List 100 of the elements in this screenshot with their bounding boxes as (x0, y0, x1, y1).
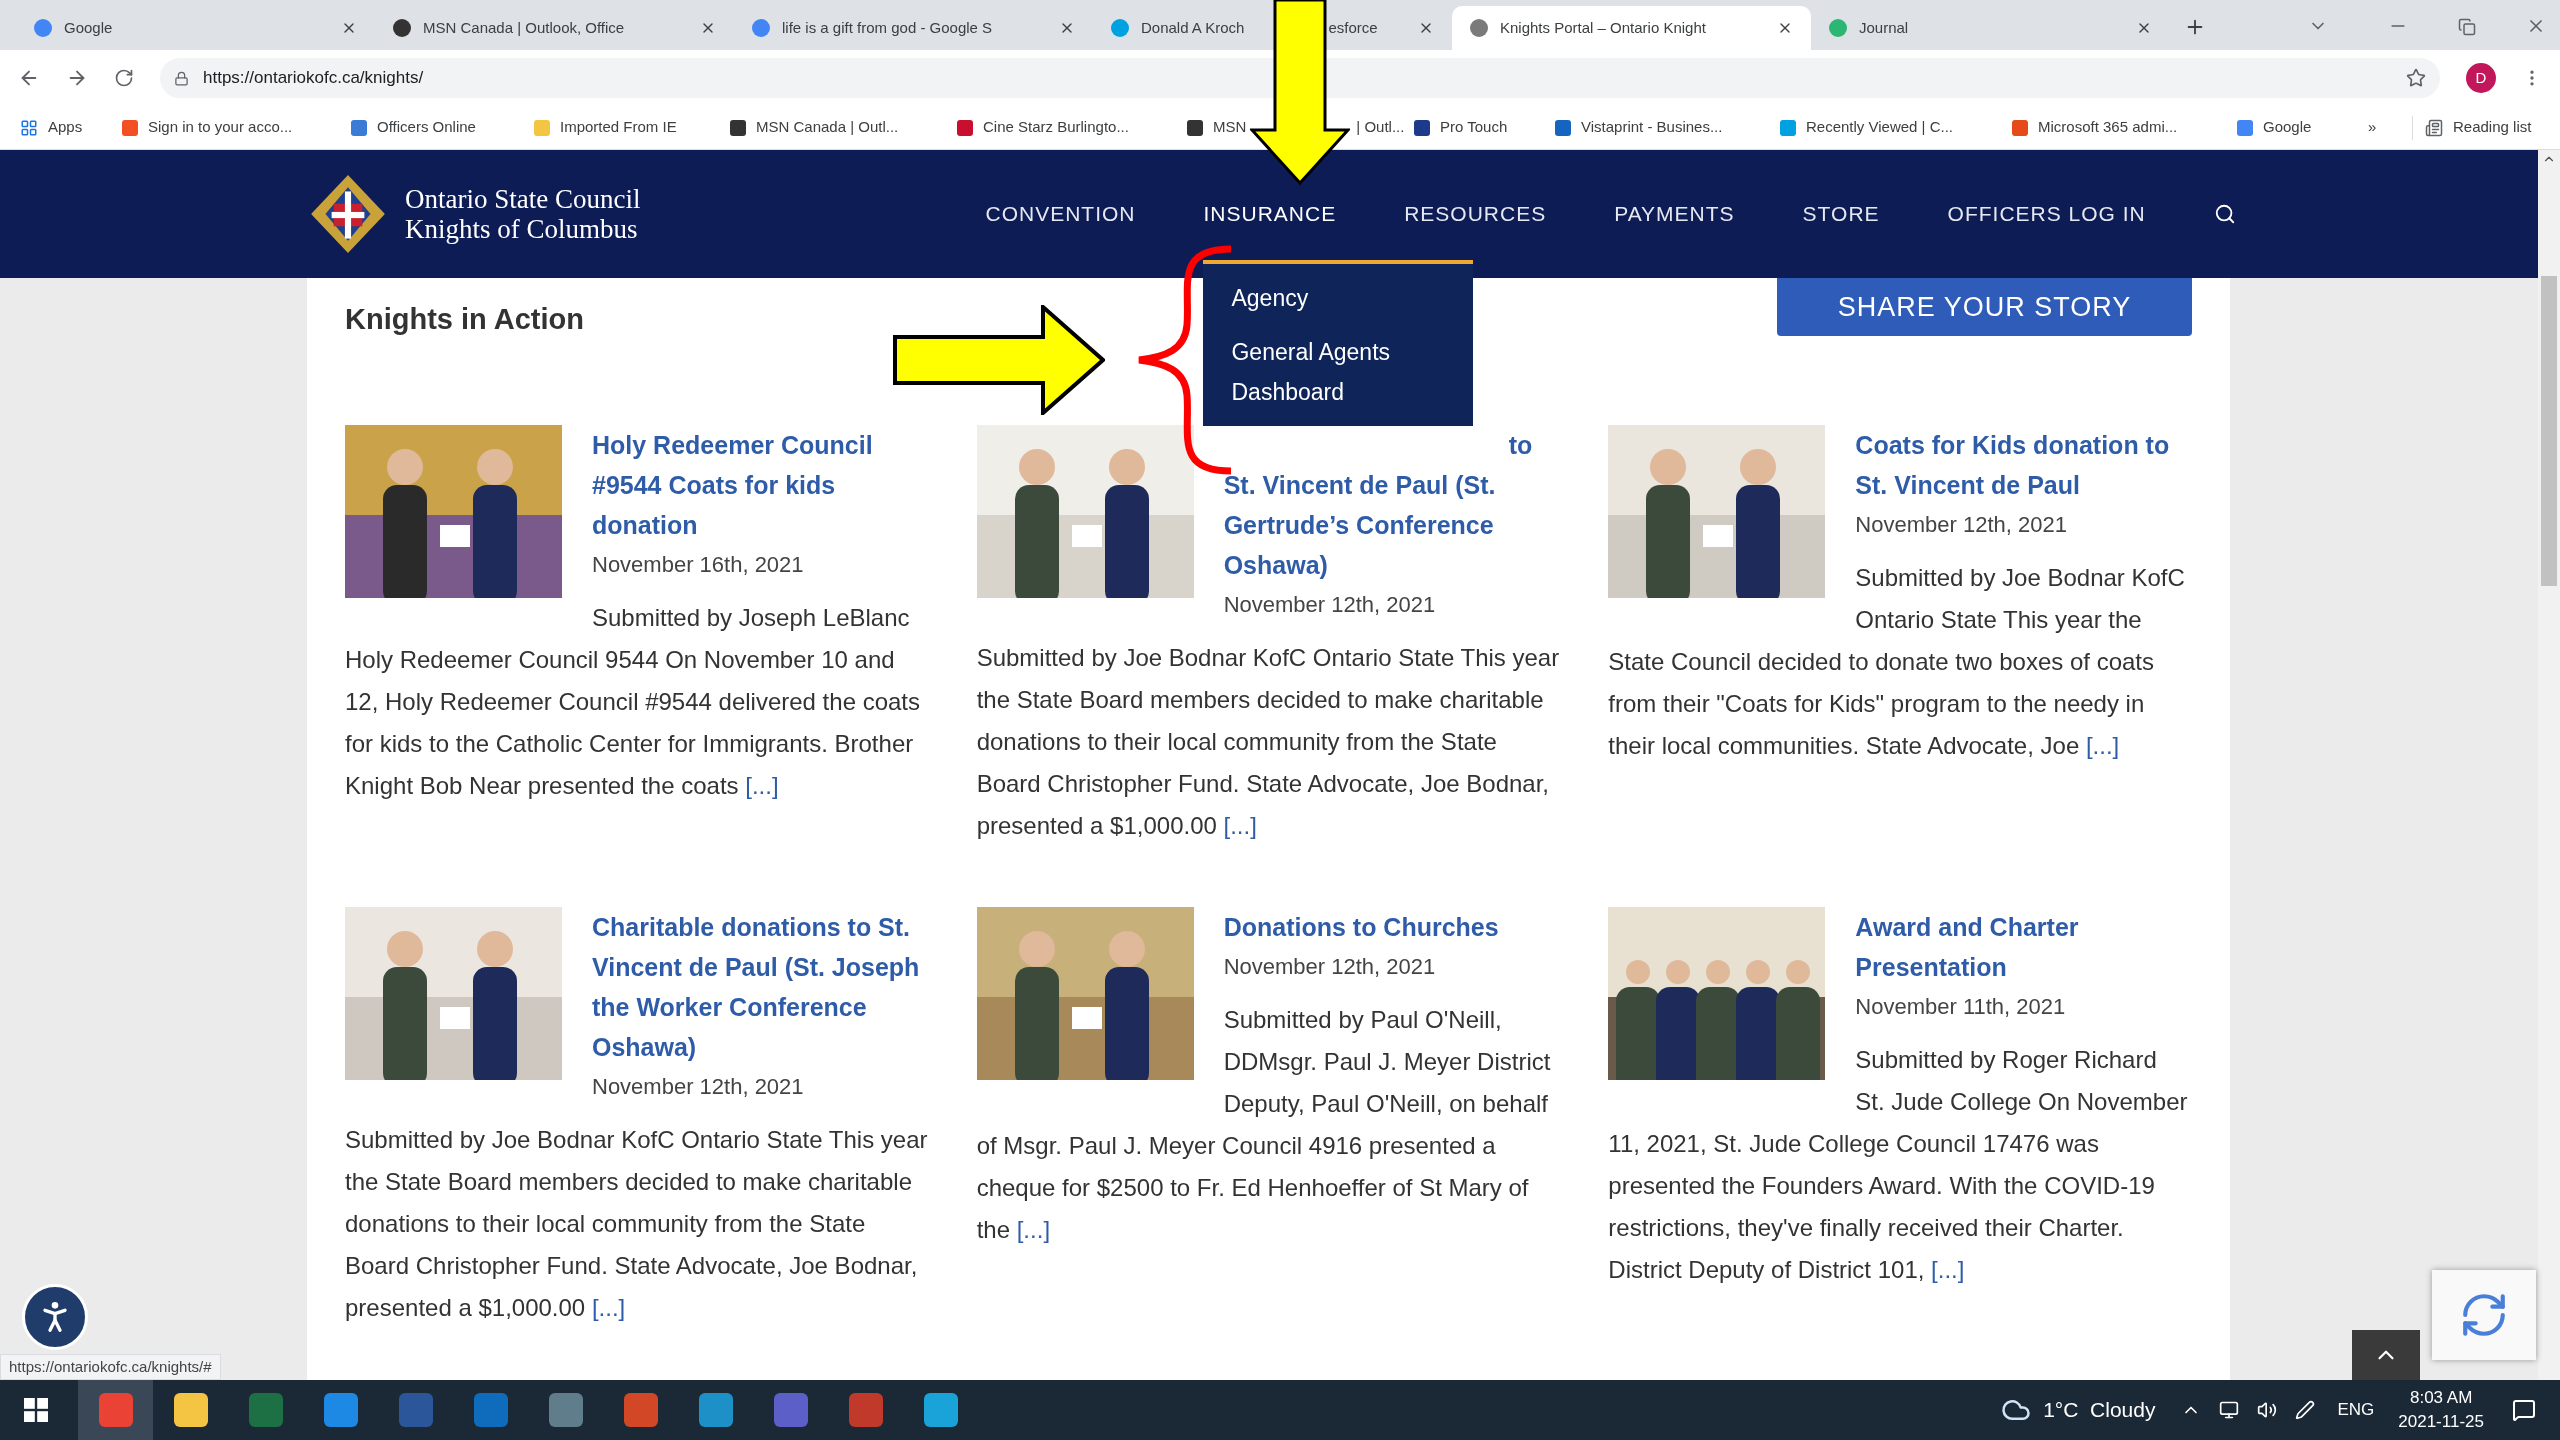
post-excerpt: Submitted by Joe Bodnar KofC Ontario State This year the State Board members decided to make charitable donations to their local community from the State Board Christopher Fund. State Advocate, Joe Bodnar, presented a $1,000.00 [...] (345, 1125, 929, 1323)
share-story-button[interactable]: SHARE YOUR STORY (1777, 278, 2192, 336)
tab-title: life is a gift from god - Google S (782, 17, 993, 38)
bookmark-link[interactable]: MSN (1213, 116, 1247, 139)
read-more-link[interactable]: [...] (1931, 1256, 1965, 1283)
app-icon[interactable] (698, 1393, 733, 1427)
captcha-badge[interactable] (2432, 1270, 2536, 1360)
tab-title: Journal (1859, 17, 1909, 38)
site-icon (2237, 119, 2253, 136)
volume-icon[interactable] (2257, 1400, 2278, 1420)
post-title[interactable]: Coats for Kids donation to St. Vincent de Paul (1608, 425, 2192, 505)
post-title[interactable]: Award and Charter Presentation (1608, 907, 2192, 987)
tab-title: Google (64, 17, 113, 38)
brand-name[interactable]: Knights of Columbus (405, 214, 641, 244)
bookmark-star-icon[interactable] (2406, 68, 2426, 88)
bookmark-link[interactable]: Sign in to your acco... (148, 116, 293, 139)
app-icon[interactable] (923, 1393, 958, 1427)
site-icon (730, 119, 746, 136)
post-excerpt: Submitted by Joe Bodnar KofC Ontario State This year the State Council decided to donate two boxes of coats from their "Coats for Kids" program to the needy in their local communities. State Advocate, Joe [...] (1608, 563, 2186, 761)
bookmark-link[interactable]: Imported From IE (560, 116, 677, 139)
weather-text[interactable]: 1°C Cloudy (2043, 1394, 2156, 1426)
bookmark-link[interactable]: Officers Online (377, 116, 476, 139)
read-more-link[interactable]: [...] (745, 772, 779, 799)
post-date: November 12th, 2021 (1222, 953, 1437, 981)
lock-icon (174, 70, 189, 86)
post-excerpt: Submitted by Joe Bodnar KofC Ontario State This year the State Board members decided to make charitable donations to their local community from the State Board Christopher Fund. State Advocate, Joe Bodnar, presented a $1,000.00 [...] (976, 643, 1561, 841)
read-more-link[interactable]: [...] (1016, 1216, 1051, 1243)
restore-icon[interactable] (2458, 18, 2476, 36)
more-bookmarks[interactable]: » (2368, 116, 2412, 139)
app-icon[interactable] (323, 1393, 358, 1427)
nav-link[interactable]: STORE (1802, 202, 1880, 226)
app-icon[interactable] (173, 1393, 208, 1427)
tab-title: esforce (1328, 17, 1378, 38)
reading-list-icon[interactable] (2425, 118, 2443, 137)
apps-icon (20, 118, 38, 137)
bookmark-link[interactable]: Apps (48, 116, 83, 139)
post-excerpt: Submitted by Roger Richard St. Jude College On November 11, 2021, St. Jude College Council 17476 was presented the Founders Award. With the COVID-19 restrictions, they've finally received their Charter. District Deputy of District 101, [...] (1608, 1045, 2189, 1285)
post-excerpt: Submitted by Joseph LeBlanc Holy Redeemer Council 9544 On November 10 and 12, Holy Redeemer Council #9544 delivered the coats for kids to the Catholic Center for Immigrants. Brother Knight Bob Near presented the coats [...] (345, 603, 921, 801)
bookmark-link[interactable]: Pro Touch (1440, 116, 1508, 139)
bookmark-link[interactable]: Cine Starz Burlingto... (983, 116, 1129, 139)
post-title[interactable]: Charitable donations to St. Vincent de Paul (St. Joseph the Worker Conference Oshawa) (345, 907, 929, 1067)
site-icon (2012, 119, 2028, 136)
bookmark-link[interactable]: Recently Viewed | C... (1806, 116, 1954, 139)
site-icon (1187, 119, 1203, 136)
pen-icon[interactable] (2295, 1400, 2316, 1420)
browser-tab[interactable]: Knights Portal – Ontario Knight (1452, 6, 1811, 50)
reading-list-link[interactable]: Reading list (2453, 116, 2532, 139)
clock-time[interactable]: 8:03 AM (2409, 1386, 2473, 1410)
post-title[interactable]: Donations to Churches (976, 907, 1561, 947)
dropdown-item[interactable]: Agency (1231, 278, 1446, 319)
tab-title: Knights Portal – Ontario Knight (1500, 17, 1706, 38)
scroll-thumb[interactable] (2541, 276, 2557, 586)
notifications-icon[interactable] (2512, 1398, 2536, 1422)
nav-link[interactable]: INSURANCE (1203, 202, 1337, 226)
site-icon (34, 19, 52, 37)
site-icon (534, 119, 550, 136)
read-more-link[interactable]: [...] (2085, 732, 2120, 759)
site-icon (351, 119, 367, 136)
site-icon (1829, 19, 1847, 37)
post-date: November 12th, 2021 (1854, 511, 2068, 539)
search-icon[interactable] (2213, 203, 2236, 225)
site-icon (1555, 119, 1571, 136)
clock-date[interactable]: 2021-11-25 (2398, 1410, 2484, 1434)
bookmark-link[interactable]: | Outl... (1356, 116, 1405, 139)
post-date: November 11th, 2021 (1854, 993, 2067, 1021)
site-icon (1111, 19, 1129, 37)
post-date: November 12th, 2021 (591, 1073, 805, 1101)
bookmark-link[interactable]: Google (2263, 116, 2312, 139)
nav-link[interactable]: RESOURCES (1404, 202, 1547, 226)
nav-link[interactable]: OFFICERS LOG IN (1947, 202, 2146, 226)
address-field[interactable]: https://ontariokofc.ca/knights/ (160, 58, 2440, 98)
network-icon[interactable] (2219, 1400, 2240, 1420)
post-date: November 16th, 2021 (591, 551, 805, 579)
dropdown-item[interactable]: General Agents Dashboard (1231, 332, 1446, 413)
site-icon (1414, 119, 1430, 136)
post-date: November 12th, 2021 (1222, 591, 1437, 619)
status-url: https://ontariokofc.ca/knights/# (0, 1354, 221, 1380)
tab-title: Donald A Kroch (1141, 17, 1245, 38)
reload-icon[interactable] (114, 68, 134, 88)
read-more-link[interactable]: [...] (1223, 812, 1257, 839)
language-indicator[interactable]: ENG (2337, 1397, 2375, 1423)
site-icon (957, 119, 973, 136)
tab-title: MSN Canada | Outlook, Office (423, 17, 625, 38)
nav-link[interactable]: CONVENTION (985, 202, 1136, 226)
site-icon (393, 19, 411, 37)
bookmark-link[interactable]: Vistaprint - Busines... (1581, 116, 1723, 139)
post-title[interactable]: to St. Vincent de Paul (St. Gertrude’s Conference Oshawa) (976, 425, 1561, 585)
read-more-link[interactable]: [...] (591, 1294, 626, 1321)
url-text: https://ontariokofc.ca/knights/ (203, 67, 424, 90)
site-icon (122, 119, 138, 136)
bookmark-link[interactable]: MSN Canada | Outl... (756, 116, 899, 139)
section-heading: Knights in Action (345, 302, 584, 337)
windows-logo[interactable] (24, 1398, 48, 1422)
profile-avatar[interactable]: D (2466, 63, 2496, 93)
site-icon (752, 19, 770, 37)
nav-link[interactable]: PAYMENTS (1614, 202, 1735, 226)
brand-name[interactable]: Ontario State Council (405, 184, 641, 214)
site-icon (1780, 119, 1796, 136)
post-title[interactable]: Holy Redeemer Council #9544 Coats for kids donation (345, 425, 929, 545)
bookmark-link[interactable]: Microsoft 365 admi... (2038, 116, 2178, 139)
